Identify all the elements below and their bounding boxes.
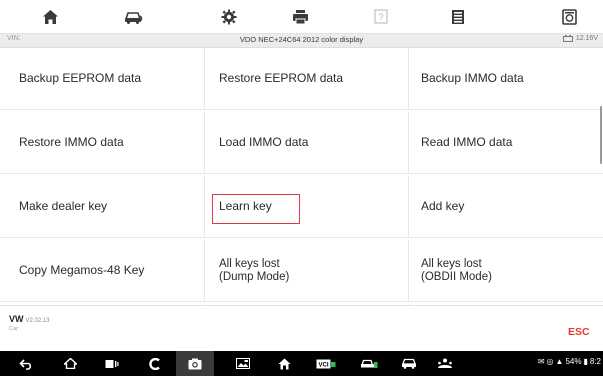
software-version: V2.02.13 (25, 318, 50, 324)
function-label: Make dealer key (19, 199, 108, 213)
esc-button[interactable]: ESC (568, 326, 590, 338)
vehicle-icon[interactable] (118, 0, 150, 33)
info-bar: VIN: VDO NEC+24C64 2012 color display 12… (0, 33, 603, 48)
function-label: Restore EEPROM data (219, 71, 344, 85)
vehicle-info-bar: VW V2.02.13 Car: ESC (0, 305, 603, 351)
voltage-value: 12.16V (575, 35, 598, 42)
function-label: Add key (421, 199, 465, 213)
svg-text:VCI: VCI (318, 362, 328, 368)
car-label: Car: (9, 326, 20, 332)
help-icon[interactable]: ? (365, 0, 397, 33)
home-icon[interactable] (34, 0, 66, 33)
function-load-immo-data[interactable]: Load IMMO data (205, 112, 409, 174)
android-nav-bar: VCI ✉ ◎ ▲ 54% ▮ 8:2 (0, 351, 603, 376)
make-name: VW (9, 314, 24, 324)
screenshot-icon[interactable] (176, 351, 214, 376)
page-title: VDO NEC+24C64 2012 color display (239, 35, 364, 44)
function-label: All keys lost (Dump Mode) (219, 257, 290, 283)
function-label: Load IMMO data (219, 135, 309, 149)
function-label: Learn key (219, 199, 272, 213)
function-label: All keys lost (OBDII Mode) (421, 257, 492, 283)
chat-icon: ✉ (537, 357, 545, 366)
image-viewer-icon[interactable] (228, 351, 258, 376)
function-backup-immo-data[interactable]: Backup IMMO data (409, 48, 603, 110)
vehicle-quick-icon[interactable] (354, 351, 384, 376)
function-learn-key[interactable]: Learn key (205, 176, 409, 238)
top-toolbar: ? (0, 0, 603, 33)
function-grid: Backup EEPROM data Restore EEPROM data B… (0, 48, 603, 305)
function-label: Restore IMMO data (19, 135, 124, 149)
function-make-dealer-key[interactable]: Make dealer key (0, 176, 205, 238)
function-label: Backup IMMO data (421, 71, 524, 85)
back-icon[interactable] (12, 351, 40, 376)
car-battery-icon (562, 35, 573, 42)
data-logging-icon[interactable] (553, 0, 585, 33)
car-scan-icon[interactable] (394, 351, 424, 376)
settings-icon[interactable] (213, 0, 245, 33)
clock: 8:2 (589, 357, 601, 366)
function-label: Read IMMO data (421, 135, 513, 149)
function-copy-megamos-48-key[interactable]: Copy Megamos-48 Key (0, 240, 205, 302)
vci-connection-icon[interactable]: VCI (310, 351, 342, 376)
function-all-keys-lost-dump-mode[interactable]: All keys lost (Dump Mode) (205, 240, 409, 302)
function-restore-immo-data[interactable]: Restore IMMO data (0, 112, 205, 174)
function-backup-eeprom-data[interactable]: Backup EEPROM data (0, 48, 205, 110)
android-status-bar: ✉ ◎ ▲ 54% ▮ 8:2 (538, 357, 601, 366)
vehicle-make: VW V2.02.13 (9, 314, 50, 324)
battery-icon: ▮ (583, 357, 588, 366)
function-add-key[interactable]: Add key (409, 176, 603, 238)
battery-voltage: 12.16V (562, 35, 598, 42)
tool-home-icon[interactable] (270, 351, 298, 376)
function-read-immo-data[interactable]: Read IMMO data (409, 112, 603, 174)
android-home-icon[interactable] (56, 351, 84, 376)
remote-support-icon[interactable] (430, 351, 460, 376)
function-all-keys-lost-obdii-mode[interactable]: All keys lost (OBDII Mode) (409, 240, 603, 302)
recent-apps-icon[interactable] (98, 351, 126, 376)
function-restore-eeprom-data[interactable]: Restore EEPROM data (205, 48, 409, 110)
print-icon[interactable] (284, 0, 316, 33)
diagnostics-shortcut-icon[interactable] (140, 351, 168, 376)
wifi-icon: ▲ (555, 357, 564, 366)
function-label: Copy Megamos-48 Key (19, 263, 145, 277)
notification-icon: ◎ (546, 357, 554, 366)
save-icon[interactable] (442, 0, 474, 33)
function-label: Backup EEPROM data (19, 71, 142, 85)
battery-percent: 54% (565, 357, 582, 366)
scrollbar[interactable] (600, 106, 602, 164)
svg-text:?: ? (378, 12, 383, 22)
